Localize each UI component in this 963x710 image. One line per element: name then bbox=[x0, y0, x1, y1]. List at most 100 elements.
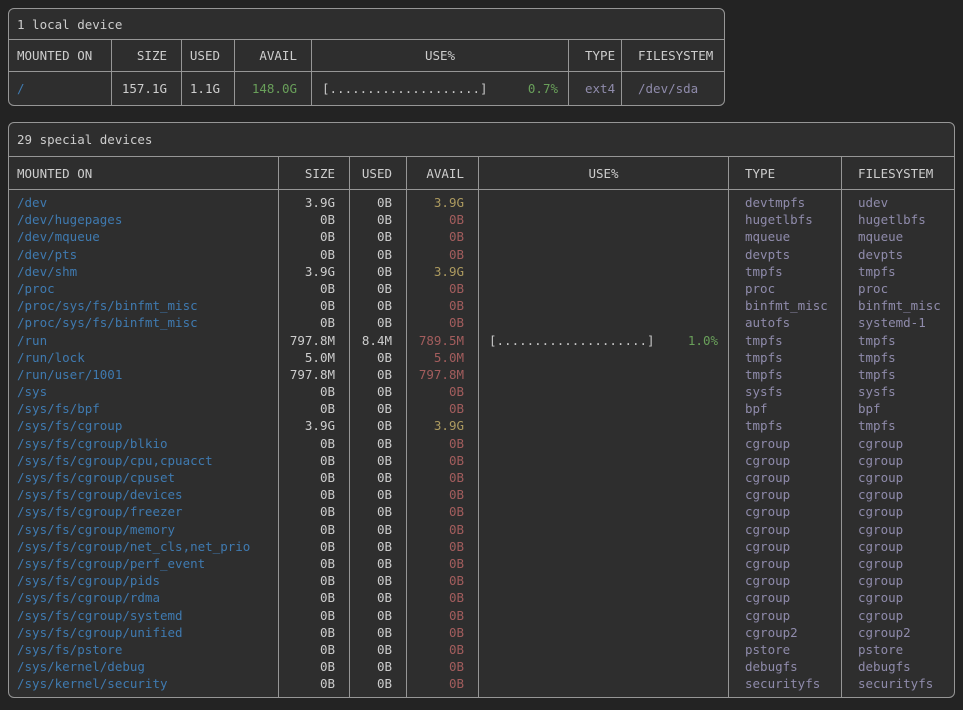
avail-value: 0B bbox=[406, 228, 478, 245]
avail-value: 0B bbox=[406, 452, 478, 469]
mount-point: /sys/fs/cgroup/freezer bbox=[9, 503, 278, 520]
filesystem-name bbox=[841, 692, 954, 697]
fs-type: hugetlbfs bbox=[728, 211, 841, 228]
avail-value: 0B bbox=[406, 383, 478, 400]
avail-value: 0B bbox=[406, 280, 478, 297]
fs-type: bpf bbox=[728, 400, 841, 417]
usage-cell: [....................]0.7% bbox=[311, 72, 568, 105]
avail-value: 0B bbox=[406, 572, 478, 589]
used-value: 8.4M bbox=[349, 332, 406, 349]
table-row: /sys/fs/cgroup/cpu,cpuacct 0B 0B 0B cgro… bbox=[9, 452, 954, 469]
size-value: 0B bbox=[278, 607, 349, 624]
avail-value: 0B bbox=[406, 400, 478, 417]
used-value: 0B bbox=[349, 417, 406, 434]
table-row: /sys/fs/cgroup/rdma 0B 0B 0B cgroup cgro… bbox=[9, 589, 954, 606]
avail-value: 0B bbox=[406, 521, 478, 538]
size-value: 3.9G bbox=[278, 263, 349, 280]
usage-cell bbox=[478, 211, 728, 228]
mount-point: /dev bbox=[9, 194, 278, 211]
mount-point: /sys/fs/cgroup/perf_event bbox=[9, 555, 278, 572]
table-row: / 157.1G 1.1G 148.0G [..................… bbox=[9, 72, 724, 105]
used-value: 0B bbox=[349, 589, 406, 606]
used-value: 0B bbox=[349, 314, 406, 331]
avail-value: 0B bbox=[406, 503, 478, 520]
table-row: /sys/fs/cgroup/unified 0B 0B 0B cgroup2 … bbox=[9, 624, 954, 641]
fs-type: mqueue bbox=[728, 228, 841, 245]
usage-cell: [....................] 1.0% bbox=[478, 332, 728, 349]
fs-type: cgroup bbox=[728, 589, 841, 606]
mount-point: /sys/fs/cgroup/net_cls,net_prio bbox=[9, 538, 278, 555]
special-devices-table: 29 special devices MOUNTED ON SIZE USED … bbox=[8, 122, 955, 698]
table-title: 1 local device bbox=[9, 9, 724, 40]
size-value: 0B bbox=[278, 658, 349, 675]
usage-cell bbox=[478, 538, 728, 555]
fs-type: tmpfs bbox=[728, 366, 841, 383]
fs-type: tmpfs bbox=[728, 332, 841, 349]
filesystem-name: tmpfs bbox=[841, 349, 954, 366]
mount-point: /proc/sys/fs/binfmt_misc bbox=[9, 297, 278, 314]
size-value: 0B bbox=[278, 469, 349, 486]
usage-cell bbox=[478, 194, 728, 211]
table-title: 29 special devices bbox=[9, 123, 954, 157]
usage-cell bbox=[478, 246, 728, 263]
fs-type: cgroup bbox=[728, 538, 841, 555]
avail-value: 0B bbox=[406, 641, 478, 658]
mount-point: /dev/pts bbox=[9, 246, 278, 263]
table-row: /sys/fs/cgroup/freezer 0B 0B 0B cgroup c… bbox=[9, 503, 954, 520]
table-row: /sys/fs/cgroup/cpuset 0B 0B 0B cgroup cg… bbox=[9, 469, 954, 486]
filesystem-name: /dev/sda bbox=[621, 72, 724, 105]
table-row: /run/lock 5.0M 0B 5.0M tmpfs tmpfs bbox=[9, 349, 954, 366]
table-row: /dev 3.9G 0B 3.9G devtmpfs udev bbox=[9, 194, 954, 211]
usage-percent: 1.0% bbox=[688, 332, 718, 349]
table-row: /dev/hugepages 0B 0B 0B hugetlbfs hugetl… bbox=[9, 211, 954, 228]
filesystem-name: cgroup bbox=[841, 503, 954, 520]
usage-cell bbox=[478, 280, 728, 297]
filesystem-name: udev bbox=[841, 194, 954, 211]
table-row: /sys 0B 0B 0B sysfs sysfs bbox=[9, 383, 954, 400]
usage-percent: 0.7% bbox=[528, 72, 558, 105]
filesystem-name: cgroup bbox=[841, 435, 954, 452]
avail-value: 0B bbox=[406, 624, 478, 641]
used-value: 0B bbox=[349, 383, 406, 400]
usage-bar: [....................] bbox=[489, 332, 655, 349]
table-row: /sys/fs/cgroup 3.9G 0B 3.9G tmpfs tmpfs bbox=[9, 417, 954, 434]
table-row: /proc/sys/fs/binfmt_misc 0B 0B 0B autofs… bbox=[9, 314, 954, 331]
size-value: 0B bbox=[278, 589, 349, 606]
mount-point: /dev/hugepages bbox=[9, 211, 278, 228]
used-value: 0B bbox=[349, 503, 406, 520]
used-value: 0B bbox=[349, 658, 406, 675]
size-value: 0B bbox=[278, 538, 349, 555]
size-value: 0B bbox=[278, 624, 349, 641]
avail-value: 0B bbox=[406, 435, 478, 452]
fs-type: cgroup bbox=[728, 572, 841, 589]
used-value: 0B bbox=[349, 452, 406, 469]
filesystem-name: cgroup bbox=[841, 469, 954, 486]
filesystem-name: cgroup bbox=[841, 589, 954, 606]
mount-point: /sys/fs/cgroup/devices bbox=[9, 486, 278, 503]
size-value: 0B bbox=[278, 435, 349, 452]
size-value: 0B bbox=[278, 641, 349, 658]
header-avail: AVAIL bbox=[406, 157, 478, 189]
mount-point: /sys/fs/cgroup/rdma bbox=[9, 589, 278, 606]
usage-cell bbox=[478, 521, 728, 538]
fs-type: sysfs bbox=[728, 383, 841, 400]
usage-cell bbox=[478, 469, 728, 486]
mount-point: /run bbox=[9, 332, 278, 349]
avail-value: 3.9G bbox=[406, 417, 478, 434]
used-value: 0B bbox=[349, 400, 406, 417]
table-row: /sys/fs/cgroup/net_cls,net_prio 0B 0B 0B… bbox=[9, 538, 954, 555]
mount-point: /proc/sys/fs/binfmt_misc bbox=[9, 314, 278, 331]
table-header-row: MOUNTED ON SIZE USED AVAIL USE% TYPE FIL… bbox=[9, 40, 724, 72]
duf-terminal-output: 1 local device MOUNTED ON SIZE USED AVAI… bbox=[8, 8, 955, 698]
used-value: 0B bbox=[349, 607, 406, 624]
fs-type: cgroup bbox=[728, 486, 841, 503]
filesystem-name: tmpfs bbox=[841, 366, 954, 383]
mount-point: /sys/fs/cgroup/memory bbox=[9, 521, 278, 538]
filesystem-name: bpf bbox=[841, 400, 954, 417]
fs-type: cgroup bbox=[728, 521, 841, 538]
mount-point: /proc bbox=[9, 280, 278, 297]
mount-point: /sys/fs/cgroup bbox=[9, 417, 278, 434]
mount-point: /sys/fs/cgroup/cpuset bbox=[9, 469, 278, 486]
fs-type: cgroup bbox=[728, 452, 841, 469]
usage-cell bbox=[478, 263, 728, 280]
